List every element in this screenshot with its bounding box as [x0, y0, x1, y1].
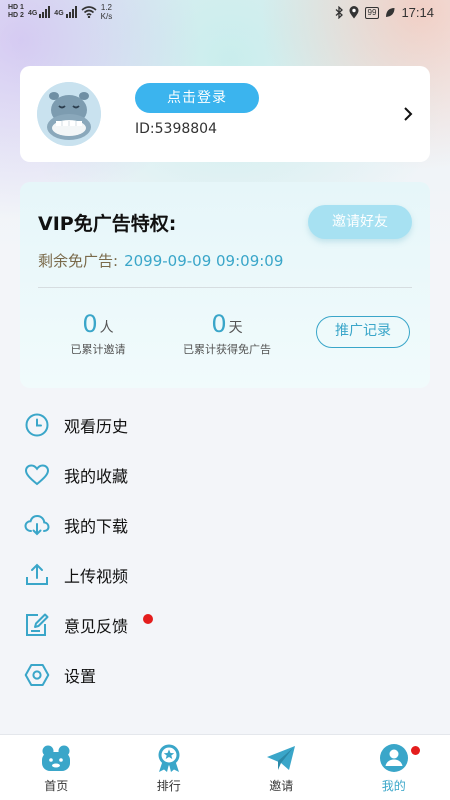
menu-label: 观看历史 [64, 417, 129, 436]
ranking-icon [158, 744, 180, 772]
settings-icon [24, 664, 50, 686]
ad-free-days-stat: 0天 已累计获得免广告 [165, 310, 289, 357]
tab-mine[interactable]: 我的 [338, 735, 450, 800]
profile-card[interactable]: 点击登录 ID:5398804 [20, 66, 430, 162]
invited-label: 已累计邀请 [70, 343, 126, 356]
home-icon [42, 745, 71, 771]
remaining-value: 2099-09-09 09:09:09 [124, 252, 284, 270]
promotion-record-button[interactable]: 推广记录 [316, 316, 410, 348]
chevron-right-icon[interactable] [400, 104, 416, 124]
invited-unit: 人 [99, 320, 114, 336]
signal-bars-icon [39, 6, 51, 18]
login-button[interactable]: 点击登录 [135, 83, 259, 113]
menu-item-feedback[interactable]: 意见反馈 [0, 600, 450, 650]
status-bar: HD 1 HD 2 4G 4G 1.2 K/s 99 17:14 [0, 0, 450, 26]
tab-label: 排行 [156, 779, 181, 793]
cloud-download-icon [24, 514, 50, 536]
tab-label: 我的 [381, 779, 406, 793]
notification-dot [143, 614, 153, 624]
menu-label: 我的下载 [64, 517, 129, 536]
network-2-label: 4G [54, 10, 64, 17]
avatar[interactable] [37, 82, 101, 146]
upload-icon [26, 563, 48, 585]
signal-2: 4G [54, 6, 77, 18]
menu-list: 观看历史 我的收藏 我的下载 上传视频 意见反馈 设置 [0, 400, 450, 700]
days-label: 已累计获得免广告 [183, 343, 271, 356]
menu-item-upload[interactable]: 上传视频 [0, 550, 450, 600]
remaining-ad-free: 剩余免广告: 2099-09-09 09:09:09 [38, 250, 283, 271]
menu-item-downloads[interactable]: 我的下载 [0, 500, 450, 550]
hd2-label: HD 2 [8, 12, 24, 19]
tab-invite[interactable]: 邀请 [225, 735, 338, 800]
remaining-label: 剩余免广告: [38, 252, 119, 270]
menu-label: 我的收藏 [64, 467, 129, 486]
battery-icon: 99 [364, 6, 380, 19]
menu-label: 设置 [64, 667, 97, 686]
bottom-tab-bar: 首页 排行 邀请 我的 [0, 734, 450, 800]
tab-label: 首页 [44, 779, 69, 793]
leaf-icon [386, 8, 395, 17]
paper-plane-icon [267, 746, 296, 770]
hd1-label: HD 1 [8, 4, 24, 11]
days-unit: 天 [228, 320, 243, 336]
network-speed: 1.2 K/s [101, 3, 113, 21]
feedback-icon [26, 613, 49, 636]
signal-bars-icon [65, 6, 77, 18]
wifi-icon [81, 6, 97, 18]
tab-label: 邀请 [269, 779, 294, 793]
speed-value: 1.2 [100, 3, 112, 12]
clock-time: 17:14 [401, 5, 434, 20]
tab-ranking[interactable]: 排行 [113, 735, 226, 800]
hippo-avatar-icon [37, 82, 101, 146]
user-id: ID:5398804 [135, 121, 217, 137]
speed-unit: K/s [100, 12, 113, 21]
profile-icon [379, 744, 408, 772]
vip-card: VIP免广告特权: 邀请好友 剩余免广告: 2099-09-09 09:09:09… [20, 182, 430, 388]
invited-count: 0 [82, 310, 98, 338]
menu-item-favorites[interactable]: 我的收藏 [0, 450, 450, 500]
bluetooth-icon [335, 6, 343, 19]
days-count: 0 [211, 310, 227, 338]
network-1-label: 4G [27, 10, 38, 17]
clock-icon [25, 413, 49, 437]
heart-icon [24, 464, 50, 486]
divider [38, 287, 412, 288]
signal-1: 4G [27, 6, 51, 18]
tab-home[interactable]: 首页 [0, 735, 113, 800]
hd-indicator: HD 1 HD 2 [8, 4, 24, 20]
invited-stat: 0人 已累计邀请 [58, 310, 138, 357]
menu-item-settings[interactable]: 设置 [0, 650, 450, 700]
menu-label: 上传视频 [64, 567, 129, 586]
menu-label: 意见反馈 [64, 617, 129, 636]
menu-item-history[interactable]: 观看历史 [0, 400, 450, 450]
location-icon [349, 6, 359, 19]
notification-dot [410, 746, 420, 755]
invite-friends-button[interactable]: 邀请好友 [308, 205, 412, 239]
vip-title: VIP免广告特权: [38, 213, 177, 235]
